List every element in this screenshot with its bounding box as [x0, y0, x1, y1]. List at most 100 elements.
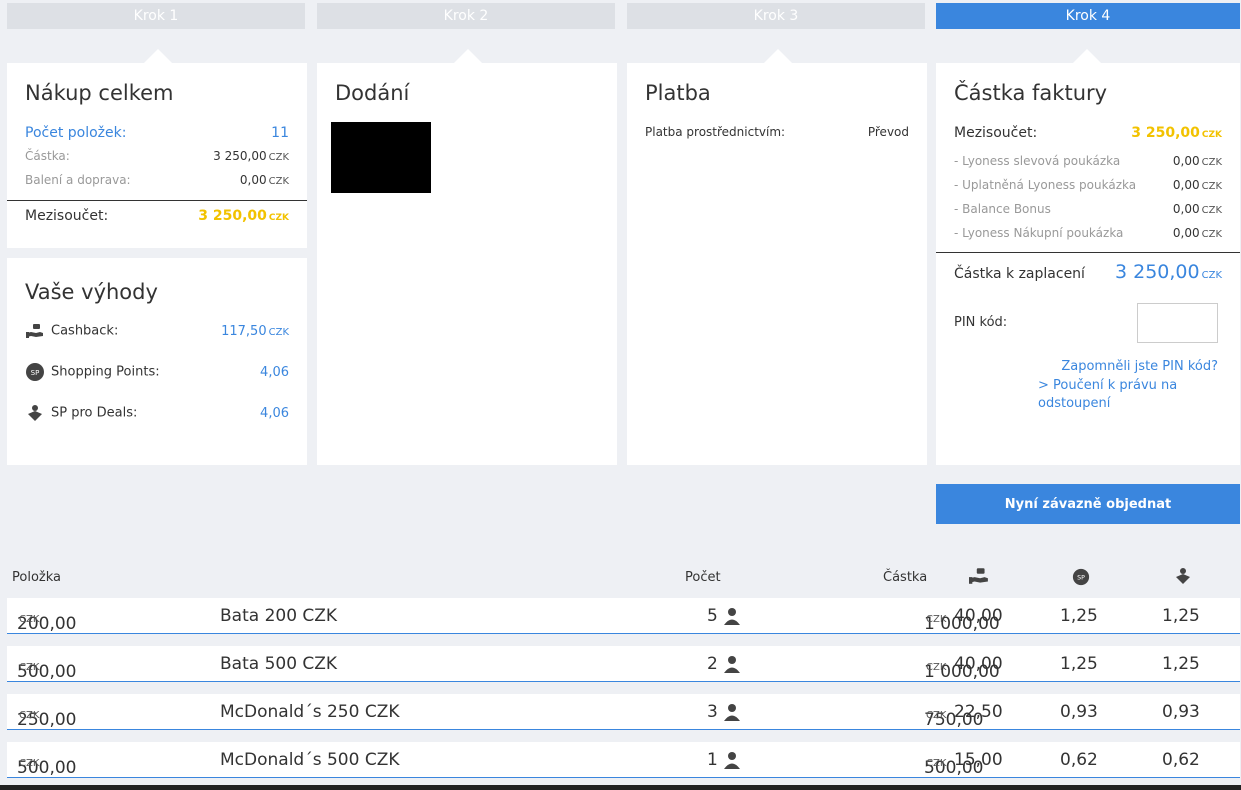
- balance-bonus-value: 0,00: [1172, 202, 1200, 216]
- deals-tag-icon: [25, 403, 45, 423]
- benefits-title: Vaše výhody: [25, 280, 158, 304]
- item-shopping-points: 0,93: [1060, 702, 1098, 722]
- col-amount-header: Částka: [883, 570, 928, 585]
- applied-voucher-value: 0,00: [1172, 178, 1200, 192]
- applied-voucher-row: - Uplatněná Lyoness poukázka 0,00 CZK: [954, 178, 1222, 192]
- step-2[interactable]: Krok 2: [317, 3, 615, 29]
- step-pointer: [144, 49, 172, 63]
- cashback-value: 117,50: [221, 323, 267, 339]
- svg-text:SP: SP: [31, 369, 40, 377]
- purchase-summary-title: Nákup celkem: [25, 81, 174, 105]
- currency-label: CZK: [268, 326, 289, 338]
- shipping-label: Balení a doprava:: [25, 173, 131, 187]
- items-count-value: 11: [271, 125, 289, 141]
- cashback-hand-icon: [25, 321, 45, 341]
- shopping-points-icon: SP: [25, 362, 45, 382]
- currency-label: CZK: [268, 152, 289, 163]
- voucher-row: - Lyoness slevová poukázka 0,00 CZK: [954, 154, 1222, 168]
- table-row[interactable]: 500,00 CZK McDonald´s 500 CZK 1 500,00 CZK…: [7, 742, 1240, 778]
- table-row[interactable]: 250,00 CZK McDonald´s 250 CZK 3 750,00 CZK…: [7, 694, 1240, 730]
- benefits-panel: Vaše výhody Cashback: 117,50 CZK SP Shopp…: [7, 258, 307, 465]
- subtotal-value: 3 250,00: [198, 208, 267, 224]
- item-sp-deals: 1,25: [1162, 606, 1200, 626]
- step-4[interactable]: Krok 4: [936, 3, 1240, 29]
- item-cashback: 40,00: [954, 654, 1003, 674]
- balance-bonus-label: - Balance Bonus: [954, 202, 1051, 216]
- divider: [936, 252, 1240, 253]
- table-row[interactable]: 200,00 CZK Bata 200 CZK 5 1 000,00 CZK 40,…: [7, 598, 1240, 634]
- item-name: McDonald´s 500 CZK: [220, 750, 400, 770]
- person-icon: [723, 703, 741, 726]
- invoice-panel: Částka faktury Mezisoučet: 3 250,00 CZK -…: [936, 49, 1240, 465]
- currency-label: CZK: [1201, 157, 1222, 168]
- person-icon: [723, 607, 741, 630]
- currency-label: CZK: [19, 758, 40, 769]
- amount-to-pay-value: 3 250,00: [1115, 261, 1200, 283]
- table-row[interactable]: 500,00 CZK Bata 500 CZK 2 1 000,00 CZK 40,…: [7, 646, 1240, 682]
- payment-method-value: Převod: [867, 125, 909, 139]
- shipping-row: Balení a doprava: 0,00 CZK: [25, 173, 289, 187]
- step-pointer: [454, 49, 482, 63]
- step-1[interactable]: Krok 1: [7, 3, 305, 29]
- shopping-points-row: SP Shopping Points: 4,06: [25, 362, 289, 382]
- sp-deals-label: SP pro Deals:: [51, 405, 138, 421]
- amount-value: 3 250,00: [213, 149, 267, 163]
- item-shopping-points: 0,62: [1060, 750, 1098, 770]
- items-count-row: Počet položek: 11: [25, 125, 289, 141]
- step-pointer: [1073, 49, 1101, 63]
- step-3[interactable]: Krok 3: [627, 3, 925, 29]
- item-name: Bata 500 CZK: [220, 654, 338, 674]
- currency-label: CZK: [1201, 270, 1222, 281]
- bottom-edge-bar: [0, 785, 1241, 790]
- shopping-voucher-label: - Lyoness Nákupní poukázka: [954, 226, 1124, 240]
- forgot-pin-link[interactable]: Zapomněli jste PIN kód?: [1061, 359, 1218, 374]
- item-name: Bata 200 CZK: [220, 606, 338, 626]
- voucher-label: - Lyoness slevová poukázka: [954, 154, 1121, 168]
- sp-deals-value: 4,06: [260, 405, 289, 421]
- voucher-value: 0,00: [1172, 154, 1200, 168]
- amount-label: Částka:: [25, 149, 70, 163]
- item-name: McDonald´s 250 CZK: [220, 702, 400, 722]
- shopping-points-label: Shopping Points:: [51, 364, 160, 380]
- currency-label: CZK: [19, 662, 40, 673]
- withdrawal-rights-link[interactable]: > Poučení k právu na odstoupení: [1038, 377, 1188, 413]
- invoice-subtotal-value: 3 250,00: [1131, 125, 1200, 141]
- item-count: 3: [707, 702, 718, 722]
- items-count-label: Počet položek:: [25, 125, 127, 141]
- currency-label: CZK: [1201, 229, 1222, 240]
- person-icon: [723, 751, 741, 774]
- pin-input[interactable]: [1137, 303, 1218, 343]
- currency-label: CZK: [1201, 205, 1222, 216]
- checkout-steps: Krok 1 Krok 2 Krok 3 Krok 4: [7, 3, 1240, 29]
- currency-label: CZK: [926, 614, 947, 625]
- cashback-row: Cashback: 117,50 CZK: [25, 321, 289, 341]
- svg-text:SP: SP: [1077, 575, 1085, 582]
- place-order-button[interactable]: Nyní závazně objednat: [936, 484, 1240, 524]
- purchase-summary-panel: Nákup celkem Počet položek: 11 Částka: 3…: [7, 49, 307, 248]
- item-count: 5: [707, 606, 718, 626]
- subtotal-row: Mezisoučet: 3 250,00 CZK: [25, 208, 289, 224]
- item-shopping-points: 1,25: [1060, 654, 1098, 674]
- delivery-title: Dodání: [335, 81, 410, 105]
- shopping-points-icon: SP: [1072, 568, 1090, 590]
- applied-voucher-label: - Uplatněná Lyoness poukázka: [954, 178, 1137, 192]
- col-count-header: Počet: [685, 570, 721, 585]
- sp-deals-row: SP pro Deals: 4,06: [25, 403, 289, 423]
- delivery-panel: Dodání: [317, 49, 617, 465]
- currency-label: CZK: [926, 758, 947, 769]
- currency-label: CZK: [268, 176, 289, 187]
- payment-title: Platba: [645, 81, 711, 105]
- item-cashback: 15,00: [954, 750, 1003, 770]
- currency-label: CZK: [1201, 181, 1222, 192]
- invoice-title: Částka faktury: [954, 81, 1108, 105]
- payment-method-row: Platba prostřednictvím: Převod: [645, 125, 909, 139]
- shopping-points-value: 4,06: [260, 364, 289, 380]
- subtotal-label: Mezisoučet:: [25, 208, 109, 224]
- amount-to-pay-row: Částka k zaplacení 3 250,00 CZK: [954, 261, 1222, 283]
- item-count: 1: [707, 750, 718, 770]
- step-pointer: [764, 49, 792, 63]
- cashback-label: Cashback:: [51, 323, 119, 339]
- shopping-voucher-row: - Lyoness Nákupní poukázka 0,00 CZK: [954, 226, 1222, 240]
- currency-label: CZK: [19, 710, 40, 721]
- redacted-address-block: [331, 122, 431, 193]
